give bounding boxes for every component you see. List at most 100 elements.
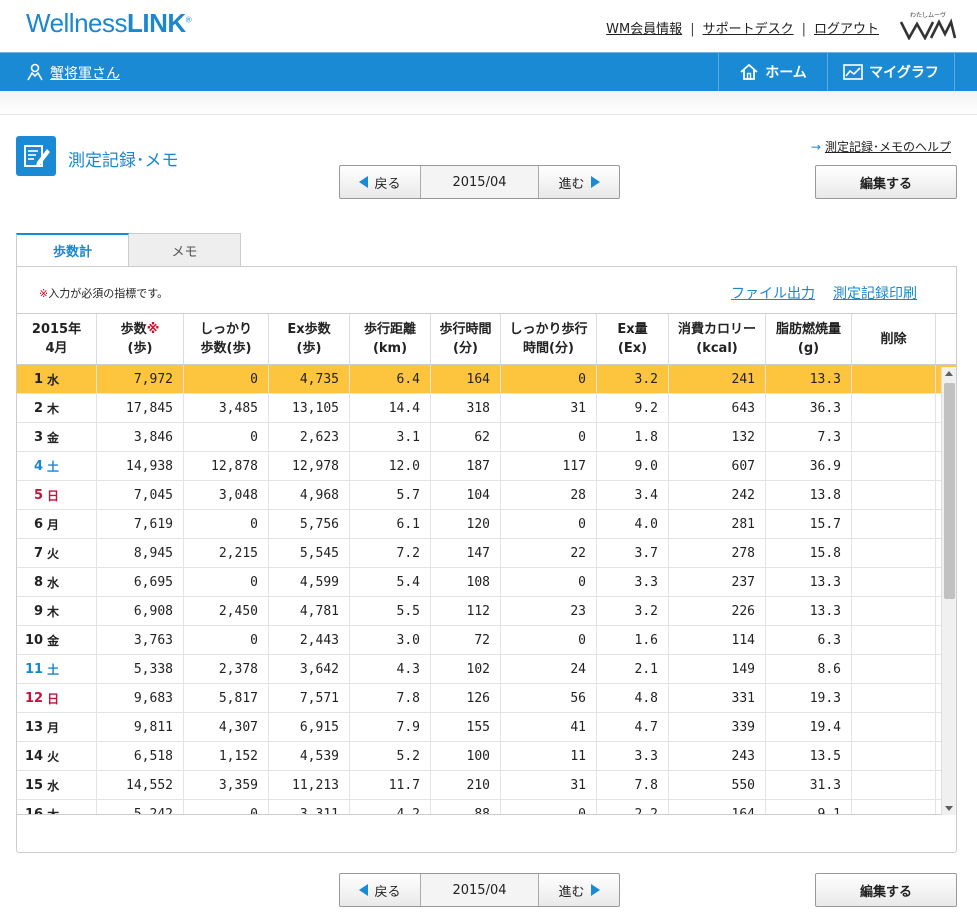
table-cell: 9,811 — [97, 713, 184, 741]
prev-month-button[interactable]: 戻る — [340, 166, 420, 198]
date-cell[interactable]: 6月 — [17, 510, 97, 538]
table-row[interactable]: 1 水 7,972 0 4,735 6.4 164 0 3.2 241 13.3 — [17, 365, 956, 394]
table-row[interactable]: 6 月 7,619 0 5,756 6.1 120 0 4.0 281 15.7 — [17, 510, 956, 539]
delete-cell[interactable] — [852, 452, 936, 480]
table-cell: 0 — [501, 568, 597, 596]
date-cell[interactable]: 13 月 — [17, 713, 97, 741]
table-cell: 41 — [501, 713, 597, 741]
wellnesslink-logo[interactable]: WellnessLINK® — [26, 8, 192, 39]
scroll-up-arrow-icon[interactable] — [945, 371, 953, 376]
delete-cell[interactable] — [852, 539, 936, 567]
table-cell: 3,048 — [184, 481, 269, 509]
date-cell[interactable]: 16 木 — [17, 800, 97, 815]
prev-month-button[interactable]: 戻る — [340, 874, 420, 906]
triangle-right-icon — [590, 884, 600, 896]
triangle-right-icon — [590, 176, 600, 188]
date-cell[interactable]: 7火 — [17, 539, 97, 567]
date-cell[interactable]: 12 日 — [17, 684, 97, 712]
logout-link[interactable]: ログアウト — [814, 22, 879, 37]
delete-cell[interactable] — [852, 800, 936, 814]
support-desk-link[interactable]: サポートデスク — [703, 22, 794, 37]
table-row[interactable]: 10 金 3,763 0 2,443 3.0 72 0 1.6 114 6.3 — [17, 626, 956, 655]
user-name-link[interactable]: 蟹将軍さん — [50, 66, 120, 82]
date-cell[interactable]: 14 火 — [17, 742, 97, 770]
tab-memo[interactable]: メモ — [129, 233, 241, 267]
day-number: 14 — [25, 748, 44, 764]
date-cell[interactable]: 15 水 — [17, 771, 97, 799]
date-cell[interactable]: 11 土 — [17, 655, 97, 683]
date-cell[interactable]: 3金 — [17, 423, 97, 451]
date-cell[interactable]: 9木 — [17, 597, 97, 625]
wm-member-info-link[interactable]: WM会員情報 — [606, 22, 682, 37]
home-nav-button[interactable]: ホーム — [718, 53, 827, 91]
table-row[interactable]: 4 土 14,938 12,878 12,978 12.0 187 117 9.0 607 36.9 — [17, 452, 956, 481]
date-cell[interactable]: 5日 — [17, 481, 97, 509]
delete-cell[interactable] — [852, 626, 936, 654]
column-header-text: 脂肪燃焼量 — [775, 322, 841, 337]
help-link[interactable]: 測定記録･メモのヘルプ — [825, 140, 951, 154]
date-cell[interactable]: 2木 — [17, 394, 97, 422]
table-scrollbar[interactable] — [941, 367, 956, 815]
file-export-link[interactable]: ファイル出力 — [731, 283, 815, 303]
mygraph-nav-button[interactable]: マイグラフ — [827, 53, 955, 91]
table-row[interactable]: 15 水 14,552 3,359 11,213 11.7 210 31 7.8 550 31.3 — [17, 771, 956, 800]
date-cell[interactable]: 4土 — [17, 452, 97, 480]
table-cell: 155 — [431, 713, 501, 741]
print-records-link[interactable]: 測定記録印刷 — [833, 283, 917, 303]
table-cell: 7,972 — [97, 365, 184, 393]
table-cell: 278 — [669, 539, 766, 567]
table-cell: 112 — [431, 597, 501, 625]
date-cell[interactable]: 1水 — [17, 365, 97, 393]
day-number: 16 — [25, 806, 44, 815]
table-cell: 6.3 — [766, 626, 852, 654]
watashi-move-logo[interactable]: わたしムーヴ — [899, 10, 957, 40]
scroll-thumb[interactable] — [944, 383, 955, 599]
delete-cell[interactable] — [852, 394, 936, 422]
table-row[interactable]: 16 木 5,242 0 3,311 4.2 88 0 2.2 164 9.1 — [17, 800, 956, 815]
table-cell: 3,359 — [184, 771, 269, 799]
table-cell: 0 — [184, 800, 269, 814]
edit-button-bottom[interactable]: 編集する — [815, 873, 957, 907]
tab-pedometer[interactable]: 歩数計 — [16, 233, 129, 267]
table-row[interactable]: 9 木 6,908 2,450 4,781 5.5 112 23 3.2 226 13.3 — [17, 597, 956, 626]
delete-cell[interactable] — [852, 771, 936, 799]
table-row[interactable]: 3 金 3,846 0 2,623 3.1 62 0 1.8 132 7.3 — [17, 423, 956, 452]
table-cell: 3.2 — [597, 597, 669, 625]
table-row[interactable]: 13 月 9,811 4,307 6,915 7.9 155 41 4.7 339 19.4 — [17, 713, 956, 742]
date-cell[interactable]: 10 金 — [17, 626, 97, 654]
table-cell: 5.5 — [350, 597, 431, 625]
next-month-button[interactable]: 進む — [539, 166, 619, 198]
edit-button-top[interactable]: 編集する — [815, 165, 957, 199]
delete-cell[interactable] — [852, 365, 936, 393]
table-row[interactable]: 12 日 9,683 5,817 7,571 7.8 126 56 4.8 331 19.3 — [17, 684, 956, 713]
column-header-text: 消費カロリー — [677, 322, 756, 337]
delete-cell[interactable] — [852, 568, 936, 596]
logo-reg-mark: ® — [185, 15, 192, 25]
scroll-down-arrow-icon[interactable] — [945, 806, 953, 811]
date-cell[interactable]: 8水 — [17, 568, 97, 596]
table-row[interactable]: 14 火 6,518 1,152 4,539 5.2 100 11 3.3 243 13.5 — [17, 742, 956, 771]
delete-cell[interactable] — [852, 423, 936, 451]
delete-cell[interactable] — [852, 742, 936, 770]
table-cell: 9,683 — [97, 684, 184, 712]
table-cell: 5,242 — [97, 800, 184, 814]
table-row[interactable]: 7 火 8,945 2,215 5,545 7.2 147 22 3.7 278 15.8 — [17, 539, 956, 568]
table-row[interactable]: 2 木 17,845 3,485 13,105 14.4 318 31 9.2 643 36.3 — [17, 394, 956, 423]
table-body: 1 水 7,972 0 4,735 6.4 164 0 3.2 241 13.3 2 木 17,845 3,… — [17, 365, 956, 815]
column-header-unit: 4月 — [45, 341, 68, 356]
table-row[interactable]: 11 土 5,338 2,378 3,642 4.3 102 24 2.1 149 8.6 — [17, 655, 956, 684]
delete-cell[interactable] — [852, 655, 936, 683]
table-cell: 5,338 — [97, 655, 184, 683]
delete-cell[interactable] — [852, 713, 936, 741]
delete-cell[interactable] — [852, 597, 936, 625]
delete-cell[interactable] — [852, 684, 936, 712]
table-cell: 5,817 — [184, 684, 269, 712]
table-row[interactable]: 8 水 6,695 0 4,599 5.4 108 0 3.3 237 13.3 — [17, 568, 956, 597]
table-row[interactable]: 5 日 7,045 3,048 4,968 5.7 104 28 3.4 242 13.8 — [17, 481, 956, 510]
weekday: 火 — [47, 749, 60, 764]
column-header-unit: 歩数(歩) — [200, 341, 252, 356]
column-header-unit: (Ex) — [617, 341, 648, 356]
delete-cell[interactable] — [852, 481, 936, 509]
delete-cell[interactable] — [852, 510, 936, 538]
next-month-button[interactable]: 進む — [539, 874, 619, 906]
